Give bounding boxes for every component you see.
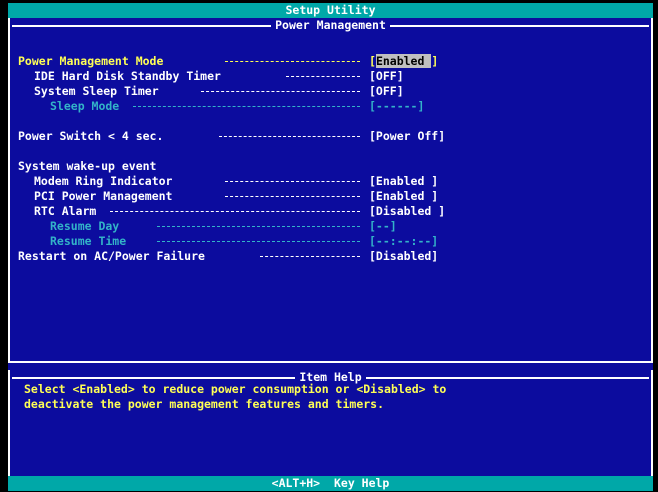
dot-leader: [286, 76, 360, 77]
selected-value-highlight[interactable]: Enabled: [375, 54, 432, 68]
key-help-label: Key Help: [333, 476, 390, 490]
setting-value: [------]: [369, 99, 425, 113]
help-line: Select <Enabled> to reduce power consump…: [24, 382, 447, 396]
dot-leader: [110, 211, 360, 212]
help-line: deactivate the power management features…: [24, 397, 385, 411]
setting-label: PCI Power Management: [34, 189, 173, 203]
setting-pci-power-management[interactable]: PCI Power Management [Enabled ]: [8, 189, 438, 204]
setting-value: [--]: [369, 219, 397, 233]
dot-leader: [219, 136, 360, 137]
help-text: Select <Enabled> to reduce power consump…: [24, 382, 446, 412]
bios-screen: Setup Utility Power Management Power Man…: [8, 3, 653, 491]
setting-modem-ring-indicator[interactable]: Modem Ring Indicator [Enabled ]: [8, 174, 438, 189]
setting-rtc-alarm[interactable]: RTC Alarm [Disabled ]: [8, 204, 445, 219]
setting-system-sleep-timer[interactable]: System Sleep Timer [OFF]: [8, 84, 404, 99]
setting-sleep-mode: Sleep Mode [------]: [8, 99, 424, 114]
setting-label: RTC Alarm: [34, 204, 97, 218]
setting-value[interactable]: [Disabled ]: [369, 204, 445, 219]
key-help-bar: <ALT+H> Key Help: [8, 476, 653, 491]
setting-value[interactable]: [Power Off]: [369, 129, 445, 144]
setting-label: Power Switch < 4 sec.: [18, 129, 164, 143]
setting-value[interactable]: [OFF]: [369, 69, 404, 84]
dot-leader: [225, 196, 360, 197]
dot-leader: [260, 256, 360, 257]
setting-value[interactable]: [Enabled ]: [369, 189, 438, 204]
setting-value: [--:--:--]: [369, 234, 439, 248]
dot-leader: [225, 181, 360, 182]
key-help-shortcut[interactable]: <ALT+H>: [272, 476, 320, 491]
setting-value[interactable]: [Enabled ]: [369, 174, 438, 189]
setting-label: Resume Day: [50, 219, 120, 233]
section-title: Power Management: [271, 18, 390, 32]
dot-leader: [201, 91, 360, 92]
setting-label: System Sleep Timer: [34, 84, 159, 98]
setting-label: Power Management Mode: [18, 54, 164, 68]
setting-power-switch[interactable]: Power Switch < 4 sec. [Power Off]: [8, 129, 445, 144]
setting-restart-on-ac-power-failure[interactable]: Restart on AC/Power Failure [Disabled]: [8, 249, 438, 264]
dot-leader: [225, 61, 360, 62]
app-title: Setup Utility: [285, 3, 376, 17]
setting-label: Sleep Mode: [50, 99, 120, 113]
group-heading: System wake-up event: [18, 159, 157, 173]
dot-leader: [133, 106, 360, 107]
setting-label: Modem Ring Indicator: [34, 174, 173, 188]
dot-leader: [157, 226, 360, 227]
setting-value[interactable]: [OFF]: [369, 84, 404, 99]
setting-label: Restart on AC/Power Failure: [18, 249, 205, 263]
group-heading-wake-up-event: System wake-up event: [8, 159, 156, 174]
setting-resume-day: Resume Day [--]: [8, 219, 397, 234]
dot-leader: [157, 241, 360, 242]
title-bar: Setup Utility: [8, 3, 653, 18]
setting-resume-time: Resume Time [--:--:--]: [8, 234, 438, 249]
setting-value[interactable]: [Disabled]: [369, 249, 438, 264]
setting-value[interactable]: [Enabled ]: [369, 54, 438, 69]
setting-ide-hard-disk-standby-timer[interactable]: IDE Hard Disk Standby Timer [OFF]: [8, 69, 404, 84]
setting-power-management-mode[interactable]: Power Management Mode [Enabled ]: [8, 54, 438, 69]
setting-label: IDE Hard Disk Standby Timer: [34, 69, 221, 83]
setting-label: Resume Time: [50, 234, 127, 248]
